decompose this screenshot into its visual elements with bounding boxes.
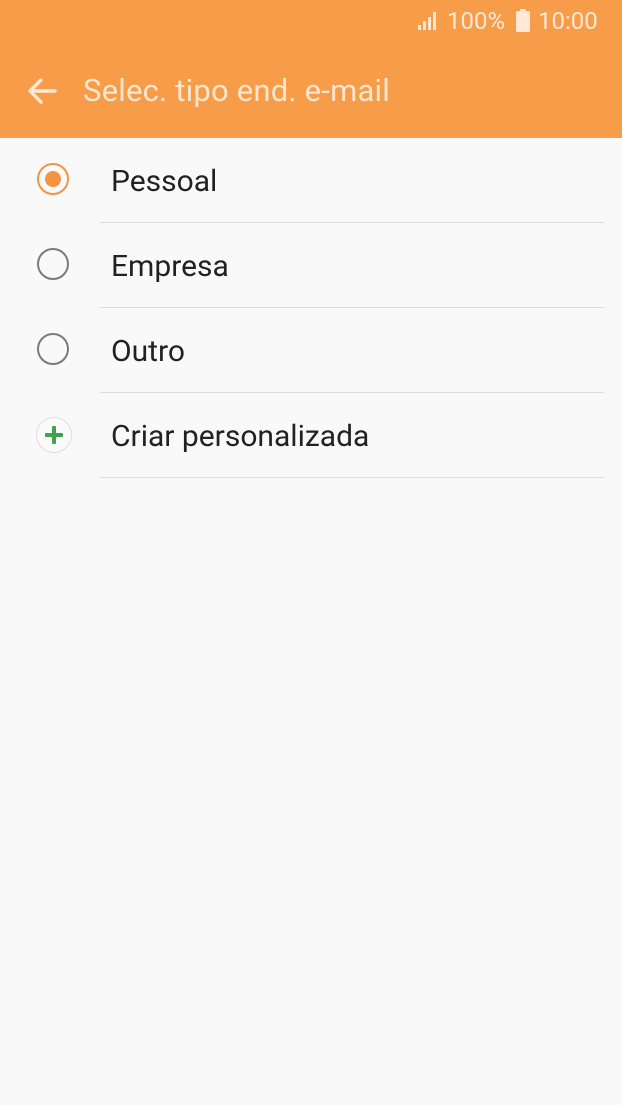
create-custom-option[interactable]: Criar personalizada xyxy=(0,393,622,478)
signal-icon xyxy=(418,12,436,30)
battery-icon xyxy=(516,9,530,32)
option-label: Outro xyxy=(111,334,185,369)
battery-percentage: 100% xyxy=(447,7,506,35)
back-button[interactable] xyxy=(18,64,66,118)
radio-button[interactable] xyxy=(37,333,69,365)
option-label: Pessoal xyxy=(111,164,218,199)
page-title: Selec. tipo end. e-mail xyxy=(83,72,391,109)
app-bar: 100% 10:00 Selec. tipo end. e-mail xyxy=(0,0,622,138)
status-time: 10:00 xyxy=(538,7,598,35)
email-type-list: Pessoal Empresa Outro Criar personalizad… xyxy=(0,138,622,478)
radio-button-selected[interactable] xyxy=(37,163,69,195)
divider xyxy=(100,477,604,478)
option-pessoal[interactable]: Pessoal xyxy=(0,138,622,223)
status-bar: 100% 10:00 xyxy=(0,0,622,42)
add-icon[interactable] xyxy=(36,417,72,453)
option-empresa[interactable]: Empresa xyxy=(0,223,622,308)
option-label: Empresa xyxy=(111,249,229,284)
arrow-back-icon xyxy=(28,78,57,104)
radio-button[interactable] xyxy=(37,248,69,280)
option-outro[interactable]: Outro xyxy=(0,308,622,393)
create-custom-label: Criar personalizada xyxy=(111,419,370,454)
